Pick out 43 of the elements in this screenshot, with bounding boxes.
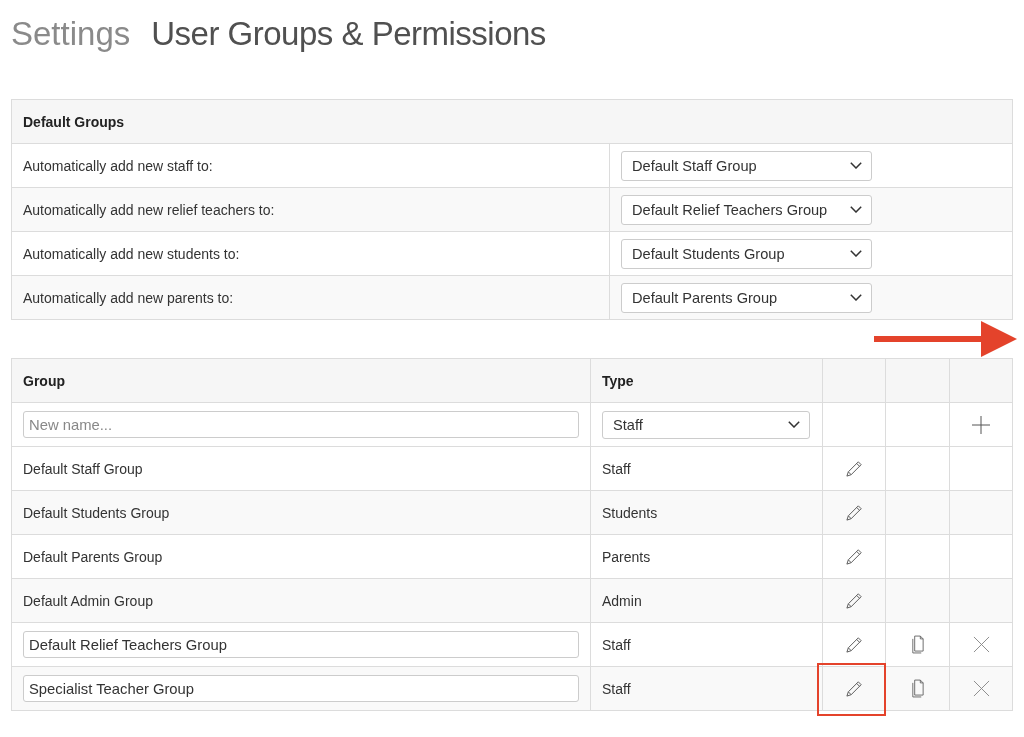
- chevron-down-icon: [850, 206, 862, 213]
- setting-label: Automatically add new parents to:: [23, 289, 234, 306]
- group-name-input[interactable]: Specialist Teacher Group: [23, 675, 579, 702]
- group-dropdown[interactable]: Default Students Group: [621, 238, 872, 269]
- chevron-down-icon: [850, 162, 862, 169]
- pencil-icon[interactable]: [844, 679, 864, 698]
- copy-icon[interactable]: [910, 679, 925, 698]
- setting-label: Automatically add new staff to:: [23, 157, 213, 174]
- pencil-icon[interactable]: [844, 459, 864, 478]
- column-header: Group: [23, 372, 65, 389]
- table-cell: Staff: [602, 636, 631, 653]
- setting-label: Automatically add new students to:: [23, 245, 240, 262]
- table-cell: Default Students Group: [23, 504, 170, 521]
- pencil-icon[interactable]: [844, 547, 864, 566]
- chevron-down-icon: [850, 250, 862, 257]
- group-name-input[interactable]: Default Relief Teachers Group: [23, 631, 579, 658]
- chevron-down-icon: [788, 421, 800, 428]
- table-cell: Parents: [602, 548, 651, 565]
- table-cell: Default Parents Group: [23, 548, 163, 565]
- pencil-icon[interactable]: [844, 635, 864, 654]
- pencil-icon[interactable]: [844, 591, 864, 610]
- arrow-icon: [874, 321, 1017, 357]
- table-cell: Default Admin Group: [23, 592, 153, 609]
- plus-icon[interactable]: [972, 415, 990, 434]
- table-cell: Staff: [602, 460, 631, 477]
- table-cell: Admin: [602, 592, 642, 609]
- section-header: Default Groups: [23, 113, 125, 130]
- group-dropdown[interactable]: Default Staff Group: [621, 150, 872, 181]
- chevron-down-icon: [850, 294, 862, 301]
- type-dropdown[interactable]: Staff: [602, 410, 810, 439]
- close-icon[interactable]: [972, 680, 990, 698]
- new-name-input[interactable]: New name...: [23, 411, 579, 438]
- copy-icon[interactable]: [910, 635, 925, 654]
- group-dropdown[interactable]: Default Parents Group: [621, 282, 872, 313]
- table-cell: Staff: [602, 680, 631, 697]
- page-title: User Groups & Permissions: [151, 14, 546, 54]
- group-dropdown[interactable]: Default Relief Teachers Group: [621, 194, 872, 225]
- setting-label: Automatically add new relief teachers to:: [23, 201, 275, 218]
- table-cell: Default Staff Group: [23, 460, 143, 477]
- close-icon[interactable]: [972, 636, 990, 654]
- column-header: Type: [602, 372, 634, 389]
- pencil-icon[interactable]: [844, 503, 864, 522]
- table-cell: Students: [602, 504, 658, 521]
